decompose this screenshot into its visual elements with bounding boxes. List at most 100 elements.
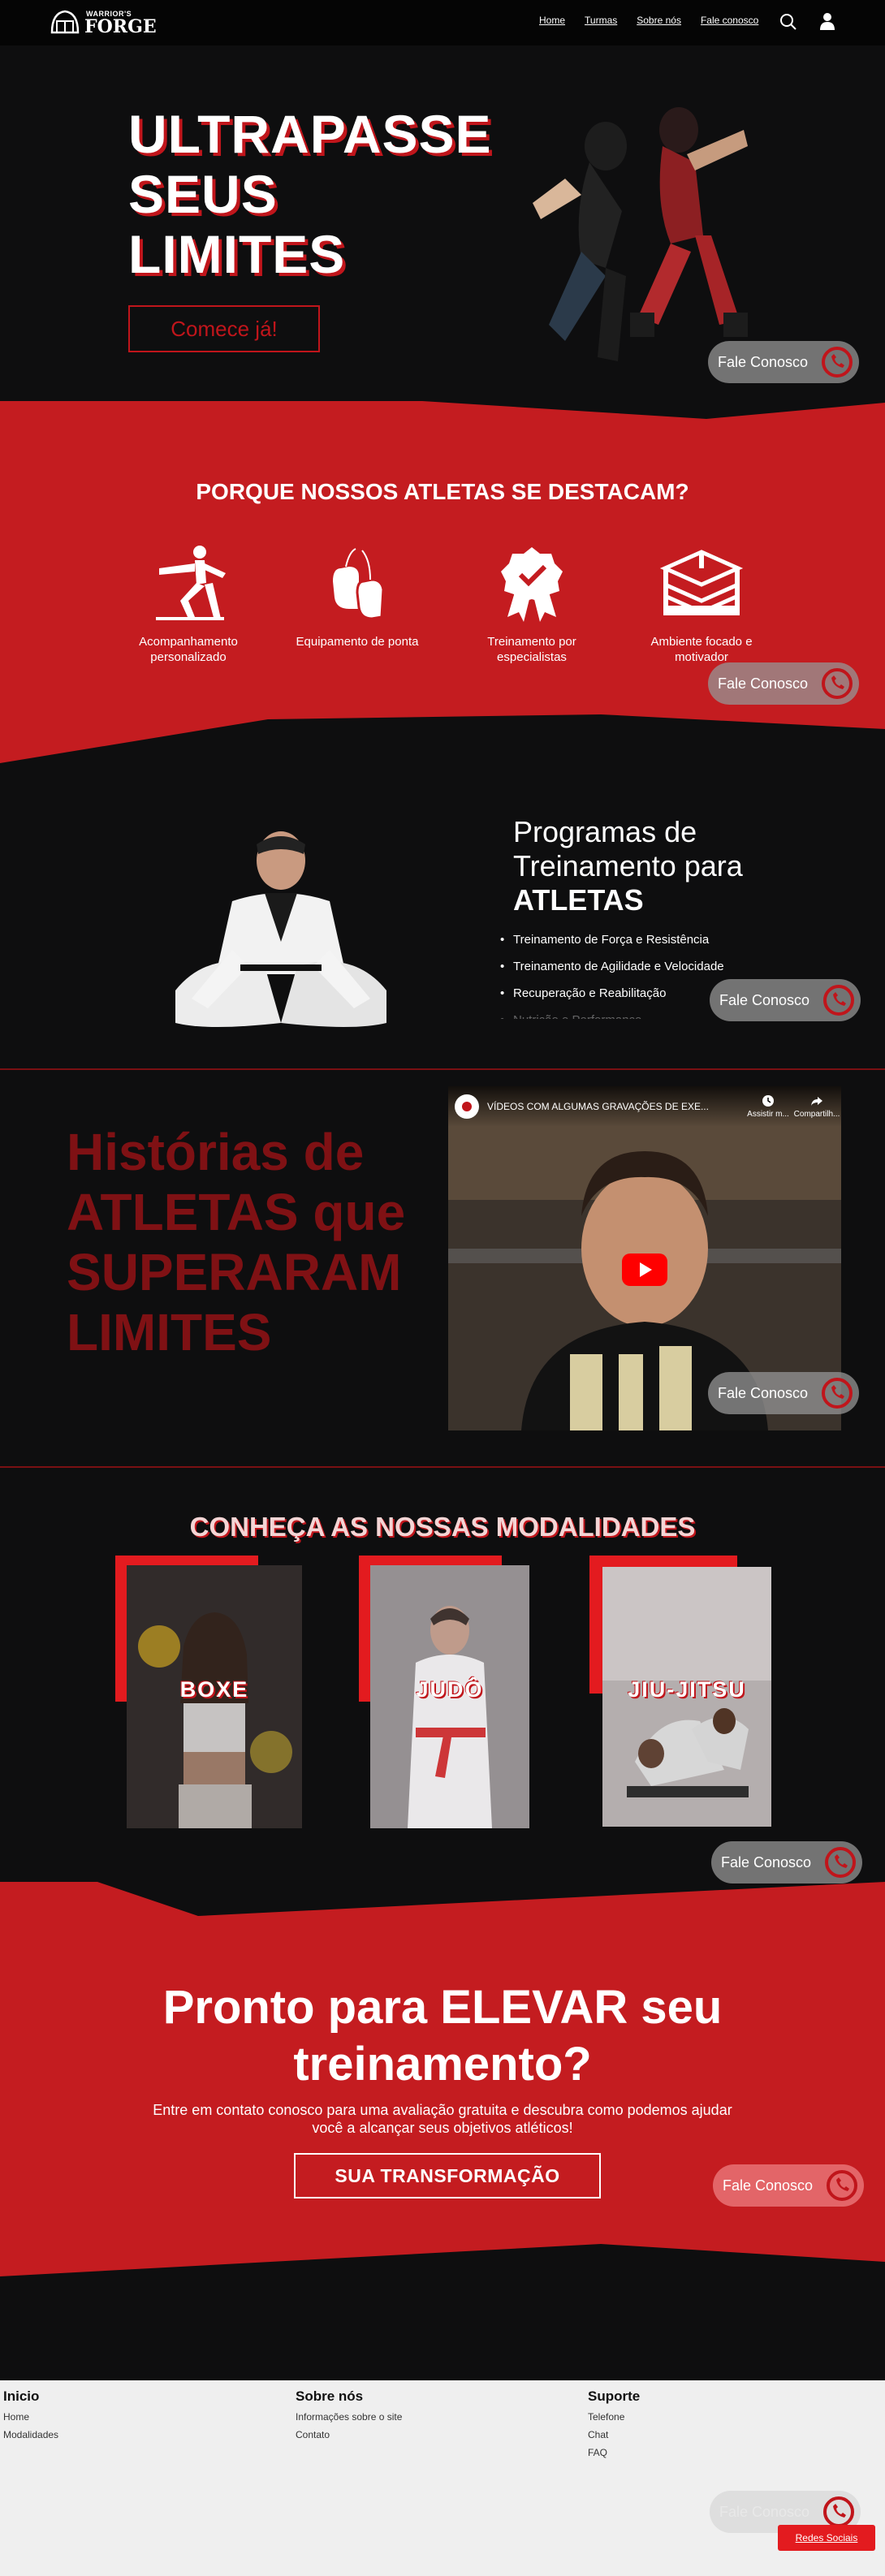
programs-title-line: Programas de (513, 815, 697, 848)
footer-link[interactable]: Chat (588, 2429, 640, 2440)
whatsapp-label: Fale Conosco (719, 991, 810, 1008)
footer-column-suporte: Suporte Telefone Chat FAQ (588, 2388, 640, 2465)
footer-link[interactable]: Home (3, 2411, 58, 2423)
fighters-image (533, 107, 748, 361)
whatsapp-chat-button[interactable]: Fale Conosco (713, 2164, 864, 2207)
whatsapp-icon (820, 1376, 854, 1410)
whatsapp-icon (822, 2495, 856, 2529)
feature-item: Equipamento de ponta (284, 544, 430, 649)
features-section: PORQUE NOSSOS ATLETAS SE DESTACAM? Acomp… (0, 390, 885, 763)
feature-item: Acompanhamento personalizado (115, 544, 261, 665)
whatsapp-icon (825, 2168, 859, 2203)
whatsapp-icon (820, 667, 854, 701)
nav-link-home[interactable]: Home (539, 15, 565, 26)
cta-title: Pronto para ELEVAR seu treinamento? (0, 1979, 885, 2093)
logo-text-main: FORGE (84, 16, 157, 37)
footer: Inicio Home Modalidades Sobre nós Inform… (0, 2380, 885, 2576)
whatsapp-chat-button[interactable]: Fale Conosco (708, 341, 859, 383)
hero-section: ULTRAPASSE SEUS LIMITES Comece já! Fale … (0, 45, 885, 403)
whatsapp-chat-button[interactable]: Fale Conosco (711, 1841, 862, 1883)
modality-name: BOXE (179, 1677, 249, 1702)
modality-card-jiu-jitsu[interactable]: JIU-JITSU (589, 1556, 771, 1832)
programs-title: Programas de Treinamento para ATLETAS (513, 815, 743, 917)
cta-title-line: Pronto para ELEVAR seu (162, 1981, 723, 2034)
footer-heading: Inicio (3, 2388, 40, 2404)
clock-icon (762, 1095, 774, 1107)
whatsapp-label: Fale Conosco (723, 2177, 814, 2194)
list-item: Recuperação e Reabilitação (500, 986, 744, 1001)
hero-title-line: ULTRAPASSE (128, 104, 492, 164)
list-item: Treinamento de Força e Resistência (500, 932, 744, 947)
social-networks-button[interactable]: Redes Sociais (778, 2525, 875, 2551)
footer-column-inicio: Inicio Home Modalidades (3, 2388, 58, 2447)
whatsapp-chat-button[interactable]: Fale Conosco (708, 662, 859, 705)
nav-link-turmas[interactable]: Turmas (585, 15, 617, 26)
footer-link[interactable]: Modalidades (3, 2429, 58, 2440)
start-now-button[interactable]: Comece já! (128, 305, 320, 352)
share-button[interactable]: Compartilh... (792, 1094, 841, 1119)
martial-arts-kick-icon (156, 546, 226, 620)
list-item: Nutrição e Performance (500, 1012, 744, 1019)
list-item: Treinamento de Agilidade e Velocidade (500, 959, 744, 974)
share-label: Compartilh... (793, 1110, 840, 1119)
whatsapp-icon (820, 345, 854, 379)
top-navbar: WARRIOR'S FORGE Home Turmas Sobre nós Fa… (0, 0, 885, 45)
share-icon (811, 1097, 822, 1106)
whatsapp-chat-button[interactable]: Fale Conosco (708, 1372, 859, 1414)
modalities-section: CONHEÇA AS NOSSAS MODALIDADES BOXE JUDÔ (0, 1468, 885, 1890)
footer-link[interactable]: Informações sobre o site (296, 2411, 402, 2423)
boxing-gloves-icon (333, 548, 385, 620)
video-top-bar: VÍDEOS COM ALGUMAS GRAVAÇÕES DE EXE... A… (448, 1086, 841, 1127)
judo-athlete-image (175, 831, 386, 1027)
whatsapp-label: Fale Conosco (719, 2503, 810, 2520)
user-icon[interactable] (818, 11, 836, 31)
hero-title: ULTRAPASSE SEUS LIMITES (128, 104, 491, 284)
feature-label: Treinamento por especialistas (487, 635, 576, 664)
cta-title-line: treinamento? (293, 2038, 592, 2091)
programs-title-bold: ATLETAS (513, 883, 644, 917)
search-icon[interactable] (779, 13, 797, 31)
stories-title: Histórias de ATLETAS que SUPERARAM LIMIT… (67, 1123, 406, 1361)
modalities-title: CONHEÇA AS NOSSAS MODALIDADES (189, 1512, 696, 1542)
programs-title-line: Treinamento para (513, 849, 743, 882)
footer-heading: Sobre nós (296, 2388, 364, 2404)
footer-heading: Suporte (588, 2388, 641, 2404)
whatsapp-label: Fale Conosco (718, 1384, 809, 1401)
whatsapp-label: Fale Conosco (718, 675, 809, 692)
modality-card-boxe[interactable]: BOXE (115, 1556, 302, 1832)
feature-item: Treinamento por especialistas (459, 544, 605, 665)
stories-section: Histórias de ATLETAS que SUPERARAM LIMIT… (0, 1070, 885, 1468)
cta-subtitle: Entre em contato conosco para uma avalia… (153, 2102, 732, 2136)
footer-link[interactable]: FAQ (588, 2447, 640, 2458)
modality-name: JIU-JITSU (628, 1677, 746, 1702)
watch-later-label: Assistir m... (747, 1110, 789, 1119)
whatsapp-label: Fale Conosco (718, 353, 809, 370)
whatsapp-icon (823, 1845, 857, 1879)
programs-section: Programas de Treinamento para ATLETAS Tr… (0, 763, 885, 1072)
hero-title-line: LIMITES (128, 224, 346, 284)
hero-title-line: SEUS (128, 164, 278, 224)
watch-later-button[interactable]: Assistir m... (744, 1094, 792, 1119)
transformation-button[interactable]: SUA TRANSFORMAÇÃO (294, 2153, 601, 2198)
play-button-icon[interactable] (622, 1253, 667, 1286)
feature-item: Ambiente focado e motivador (628, 544, 775, 665)
footer-link[interactable]: Contato (296, 2429, 402, 2440)
boxing-ring-icon (659, 550, 744, 615)
logo-helmet-icon (50, 10, 80, 34)
feature-label: Acompanhamento personalizado (139, 635, 238, 664)
channel-avatar[interactable] (455, 1094, 479, 1119)
feature-label: Equipamento de ponta (296, 635, 419, 649)
features-title: PORQUE NOSSOS ATLETAS SE DESTACAM? (196, 479, 689, 504)
nav-link-sobre[interactable]: Sobre nós (637, 15, 681, 26)
feature-label: Ambiente focado e motivador (650, 635, 753, 664)
whatsapp-icon (822, 983, 856, 1017)
logo[interactable]: WARRIOR'S FORGE (49, 5, 157, 41)
footer-link[interactable]: Telefone (588, 2411, 640, 2423)
modality-card-judo[interactable]: JUDÔ (359, 1556, 529, 1832)
award-badge-icon (501, 547, 563, 622)
whatsapp-label: Fale Conosco (721, 1853, 812, 1871)
footer-column-sobre: Sobre nós Informações sobre o site Conta… (296, 2388, 402, 2447)
nav-link-contato[interactable]: Fale conosco (701, 15, 758, 26)
whatsapp-chat-button[interactable]: Fale Conosco (710, 979, 861, 1021)
video-title[interactable]: VÍDEOS COM ALGUMAS GRAVAÇÕES DE EXE... (487, 1101, 744, 1112)
